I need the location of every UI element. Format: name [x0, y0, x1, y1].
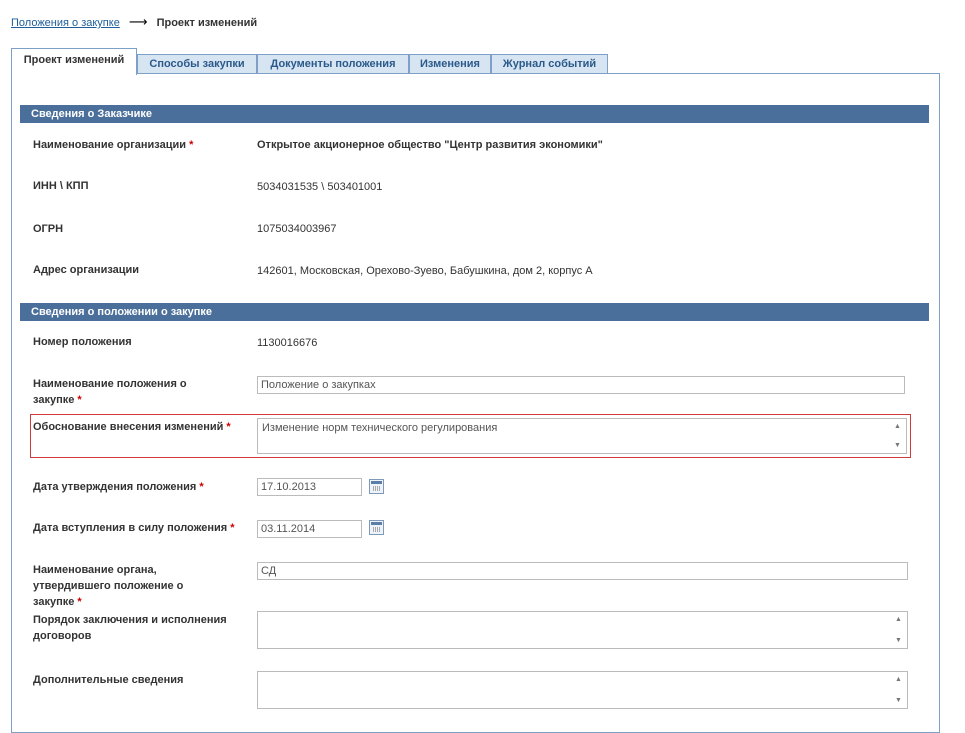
change-reason-label: Обоснование внесения изменений * — [33, 421, 231, 433]
scroll-up-icon[interactable]: ▲ — [895, 676, 902, 683]
ogrn-value: 1075034003967 — [257, 223, 337, 235]
approve-date-label: Дата утверждения положения * — [33, 481, 204, 493]
additional-info-label: Дополнительные сведения — [33, 674, 184, 686]
required-marker: * — [77, 394, 82, 406]
scroll-down-icon[interactable]: ▼ — [895, 637, 902, 644]
arrow-right-icon: ⟶ — [128, 14, 148, 29]
required-marker: * — [226, 421, 231, 433]
org-name-label: Наименование организации * — [33, 139, 194, 151]
approving-body-label: Наименование органа, утвердившего положе… — [33, 564, 184, 608]
approving-body-input[interactable]: СД — [257, 562, 908, 580]
additional-info-textarea[interactable]: ▲ ▼ — [257, 671, 908, 709]
regulation-number-value: 1130016676 — [257, 337, 318, 349]
address-value: 142601, Московская, Орехово-Зуево, Бабуш… — [257, 265, 593, 277]
section-header-regulation: Сведения о положении о закупке — [20, 303, 929, 321]
approve-date-input[interactable]: 17.10.2013 — [257, 478, 362, 496]
breadcrumb: Положения о закупке ⟶ Проект изменений — [11, 14, 257, 30]
scroll-down-icon[interactable]: ▼ — [895, 697, 902, 704]
textarea-scrollbar[interactable]: ▲ ▼ — [892, 672, 907, 708]
change-reason-text: Изменение норм технического регулировани… — [262, 422, 498, 434]
address-label: Адрес организации — [33, 264, 140, 276]
required-marker: * — [189, 139, 194, 151]
textarea-scrollbar[interactable]: ▲ ▼ — [892, 612, 907, 648]
tab-regulation-documents[interactable]: Документы положения — [257, 54, 409, 73]
tab-procurement-methods[interactable]: Способы закупки — [137, 54, 257, 73]
regulation-name-label: Наименование положения о закупке * — [33, 378, 187, 406]
inn-kpp-value: 5034031535 \ 503401001 — [257, 181, 383, 193]
breadcrumb-current: Проект изменений — [156, 17, 258, 29]
scroll-up-icon[interactable]: ▲ — [895, 616, 902, 623]
required-marker: * — [77, 596, 82, 608]
calendar-icon[interactable] — [369, 520, 384, 535]
scroll-up-icon[interactable]: ▲ — [894, 423, 901, 430]
required-marker: * — [199, 481, 204, 493]
section-header-customer: Сведения о Заказчике — [20, 105, 929, 123]
scroll-down-icon[interactable]: ▼ — [894, 442, 901, 449]
org-name-value: Открытое акционерное общество "Центр раз… — [257, 139, 603, 151]
required-marker: * — [230, 522, 235, 534]
tab-draft-changes[interactable]: Проект изменений — [11, 48, 137, 75]
regulation-number-label: Номер положения — [33, 336, 132, 348]
contract-order-label: Порядок заключения и исполнения договоро… — [33, 614, 227, 642]
calendar-icon[interactable] — [369, 479, 384, 494]
contract-order-textarea[interactable]: ▲ ▼ — [257, 611, 908, 649]
effective-date-input[interactable]: 03.11.2014 — [257, 520, 362, 538]
textarea-scrollbar[interactable]: ▲ ▼ — [891, 419, 906, 453]
effective-date-label: Дата вступления в силу положения * — [33, 522, 235, 534]
change-reason-textarea[interactable]: Изменение норм технического регулировани… — [257, 418, 907, 454]
regulation-name-input[interactable]: Положение о закупках — [257, 376, 905, 394]
tab-event-log[interactable]: Журнал событий — [491, 54, 608, 73]
tab-changes[interactable]: Изменения — [409, 54, 491, 73]
ogrn-label: ОГРН — [33, 223, 64, 235]
inn-kpp-label: ИНН \ КПП — [33, 180, 89, 192]
breadcrumb-link-regulations[interactable]: Положения о закупке — [11, 17, 120, 29]
